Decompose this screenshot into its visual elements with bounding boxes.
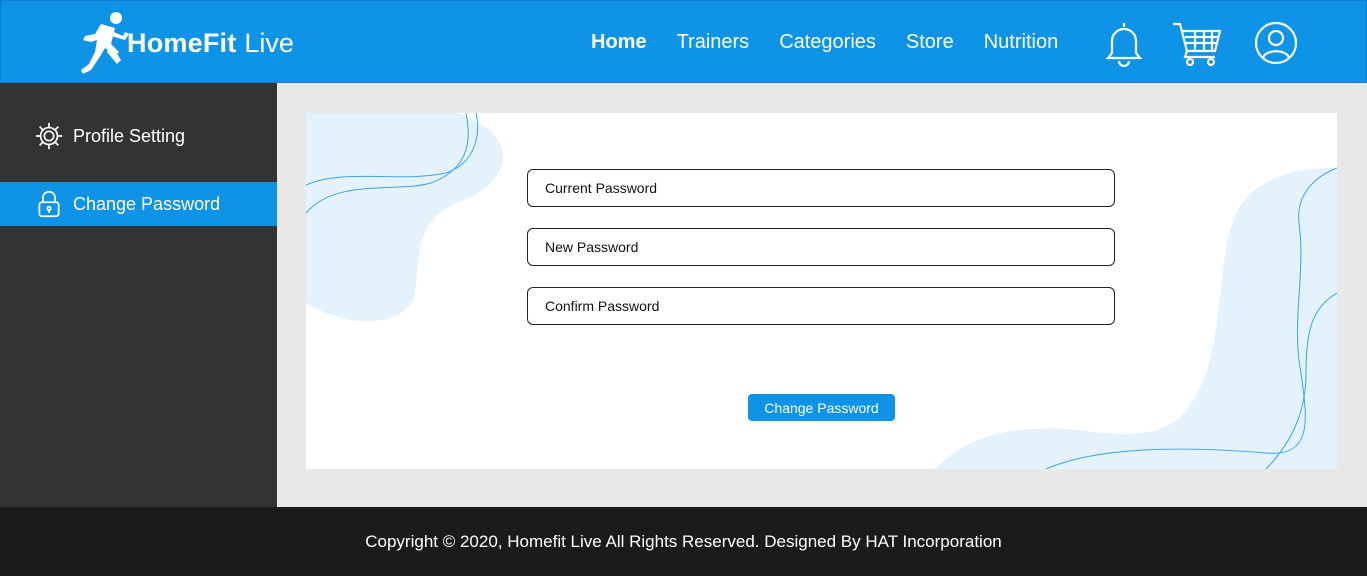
top-navigation-bar: HomeFit Live Home Trainers Categories St… bbox=[0, 0, 1367, 83]
change-password-card: Change Password bbox=[306, 113, 1337, 469]
main-nav: Home Trainers Categories Store Nutrition bbox=[591, 29, 1058, 55]
lock-icon bbox=[33, 188, 65, 220]
brand-logo-link[interactable]: HomeFit Live bbox=[71, 9, 294, 77]
brand-name: HomeFit bbox=[127, 27, 237, 58]
cart-icon[interactable] bbox=[1171, 19, 1223, 67]
sidebar-item-profile-setting[interactable]: Profile Setting bbox=[0, 114, 277, 158]
bell-icon[interactable] bbox=[1101, 19, 1147, 68]
current-password-input[interactable] bbox=[527, 169, 1115, 207]
page-footer: Copyright © 2020, Homefit Live All Right… bbox=[0, 507, 1367, 576]
new-password-input[interactable] bbox=[527, 228, 1115, 266]
nav-store[interactable]: Store bbox=[906, 29, 954, 55]
confirm-password-input[interactable] bbox=[527, 287, 1115, 325]
sidebar-item-label: Change Password bbox=[73, 193, 221, 214]
gear-icon bbox=[33, 120, 65, 152]
change-password-button[interactable]: Change Password bbox=[748, 394, 895, 421]
account-sidebar: Profile Setting Change Password bbox=[0, 83, 277, 507]
nav-nutrition[interactable]: Nutrition bbox=[984, 29, 1058, 55]
runner-icon bbox=[81, 12, 129, 74]
brand-suffix: Live bbox=[244, 27, 294, 58]
nav-trainers[interactable]: Trainers bbox=[677, 29, 750, 55]
user-icon[interactable] bbox=[1253, 20, 1299, 66]
nav-home[interactable]: Home bbox=[591, 29, 647, 55]
sidebar-item-change-password[interactable]: Change Password bbox=[0, 182, 277, 226]
copyright-text: Copyright © 2020, Homefit Live All Right… bbox=[365, 531, 1002, 551]
nav-categories[interactable]: Categories bbox=[779, 29, 876, 55]
sidebar-item-label: Profile Setting bbox=[73, 125, 186, 146]
